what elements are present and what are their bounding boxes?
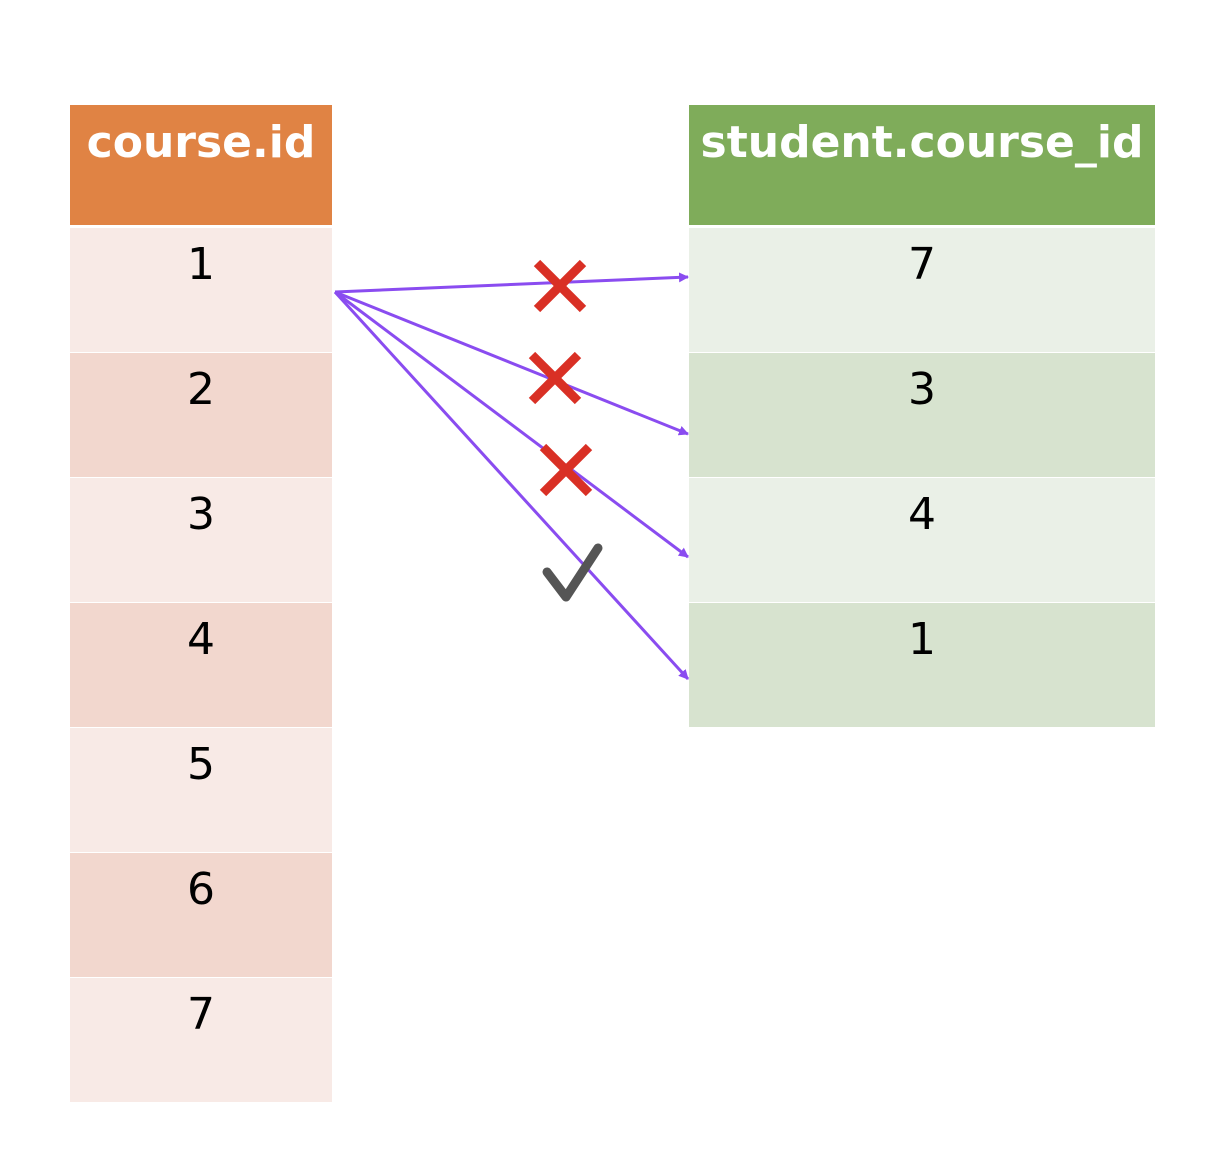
arrow-to-4 [334, 290, 689, 559]
arrow-to-3 [334, 290, 689, 436]
course-id-header: course.id [70, 105, 332, 228]
course-id-row-7: 7 [70, 978, 332, 1103]
course-id-row-3: 3 [70, 478, 332, 603]
student-course-id-header: student.course_id [689, 105, 1155, 228]
course-id-row-4: 4 [70, 603, 332, 728]
match-check-icon-1 [542, 543, 603, 602]
arrow-to-7 [334, 272, 689, 294]
student-course-id-table: student.course_id 7 3 4 1 [689, 105, 1155, 728]
course-id-row-1: 1 [70, 228, 332, 353]
arrow-to-1 [333, 290, 690, 681]
student-course-id-row-1: 7 [689, 228, 1155, 353]
course-id-row-2: 2 [70, 353, 332, 478]
course-id-row-5: 5 [70, 728, 332, 853]
mismatch-cross-icon-4 [539, 443, 593, 497]
student-course-id-row-3: 4 [689, 478, 1155, 603]
mismatch-cross-icon-7 [533, 259, 587, 313]
mismatch-cross-icon-3 [528, 351, 582, 405]
course-id-table: course.id 1 2 3 4 5 6 7 [70, 105, 332, 1103]
course-id-row-6: 6 [70, 853, 332, 978]
student-course-id-row-4: 1 [689, 603, 1155, 728]
student-course-id-row-2: 3 [689, 353, 1155, 478]
